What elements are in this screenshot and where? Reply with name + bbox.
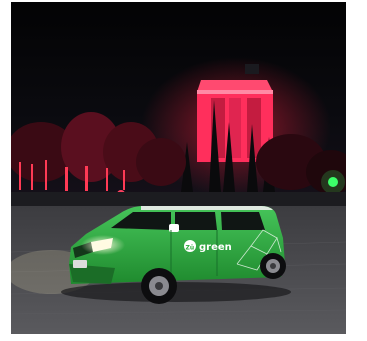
stone-wall [11,192,346,206]
night-photo: Zü green [11,2,346,334]
night-scene: Zü green [11,2,346,334]
brand-logo-badge-text: Zü [186,245,195,252]
brand-logo-word: green [199,242,232,253]
front-wheel [141,268,177,304]
rear-wheel [260,253,286,279]
